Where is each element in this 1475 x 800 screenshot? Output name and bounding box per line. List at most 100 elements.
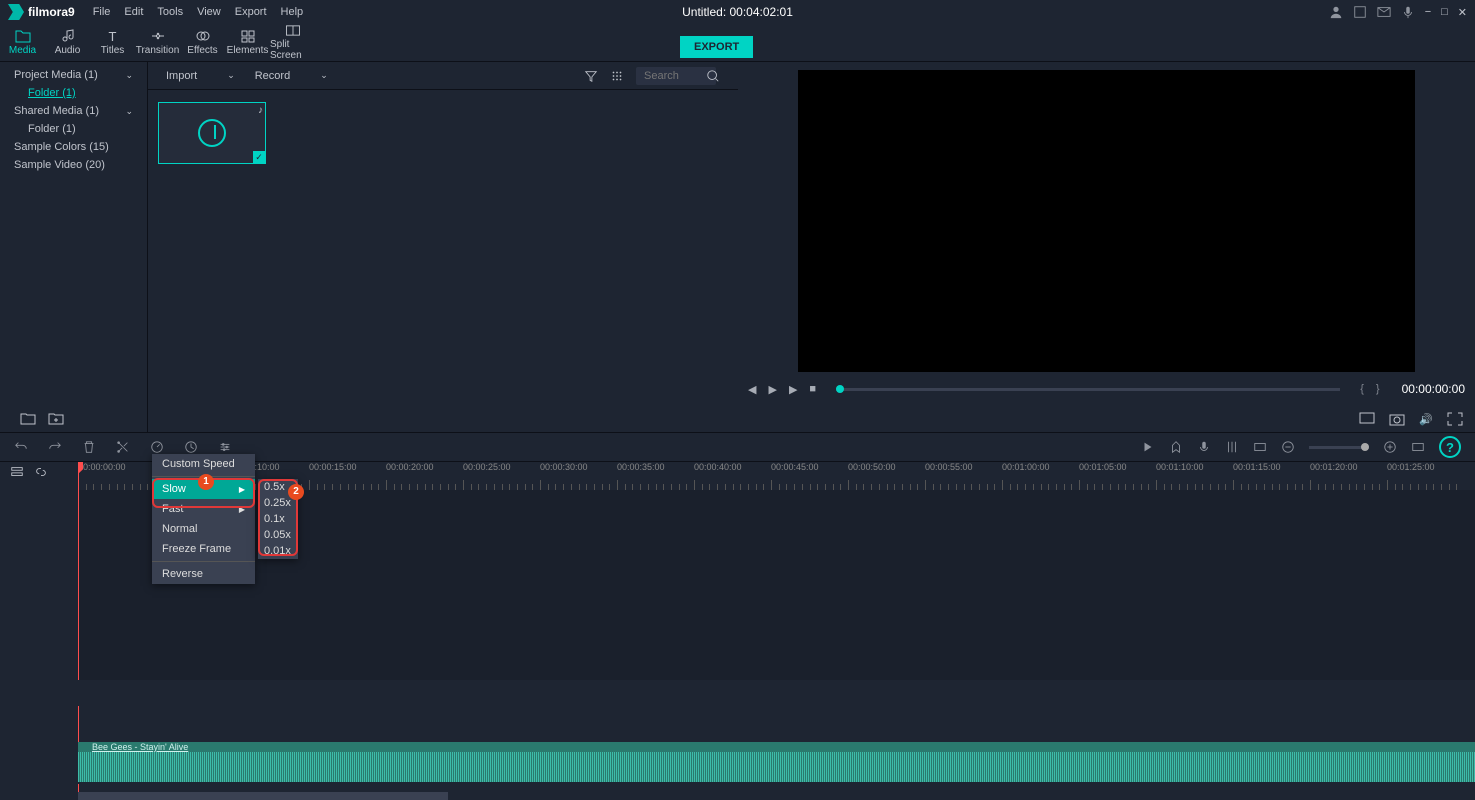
snapshot-icon[interactable] <box>1389 412 1405 426</box>
save-icon[interactable] <box>1353 5 1367 19</box>
menu-normal[interactable]: Normal <box>152 519 255 539</box>
volume-icon[interactable]: 🔊 <box>1419 413 1433 426</box>
chevron-right-icon: ▶ <box>239 485 245 494</box>
sidebar-sample-colors[interactable]: Sample Colors (15) <box>0 138 147 156</box>
tab-transition[interactable]: Transition <box>135 24 180 61</box>
menu-edit[interactable]: Edit <box>124 6 143 18</box>
menu-file[interactable]: File <box>93 6 111 18</box>
horizontal-scrollbar[interactable] <box>78 792 1475 800</box>
waveform <box>78 752 1475 782</box>
new-folder-icon[interactable] <box>20 411 36 425</box>
audio-track[interactable]: Bee Gees - Stayin' Alive <box>78 742 1475 784</box>
aspect-icon[interactable] <box>1253 440 1267 454</box>
mail-icon[interactable] <box>1377 5 1391 19</box>
display-icon[interactable] <box>1359 412 1375 426</box>
play-backward-button[interactable]: ▶ <box>768 383 776 396</box>
sidebar-folder-2[interactable]: Folder (1) <box>0 120 147 138</box>
tab-split-screen[interactable]: Split Screen <box>270 24 315 61</box>
render-icon[interactable] <box>1141 440 1155 454</box>
grid-icon[interactable] <box>610 69 624 83</box>
bracket-right-icon[interactable]: } <box>1376 383 1380 395</box>
submenu-01x[interactable]: 0.1x <box>258 511 298 527</box>
crop-icon[interactable] <box>184 440 198 454</box>
audio-clip[interactable]: Bee Gees - Stayin' Alive <box>78 742 1475 782</box>
zoom-slider[interactable] <box>1309 446 1369 449</box>
menu-reverse[interactable]: Reverse <box>152 564 255 584</box>
filter-icon[interactable] <box>584 69 598 83</box>
menu-fast[interactable]: Fast▶ <box>152 499 255 519</box>
chevron-down-icon: ⌄ <box>125 70 133 81</box>
undo-icon[interactable] <box>14 440 28 454</box>
manage-tracks-icon[interactable] <box>10 465 24 479</box>
minimize-button[interactable]: − <box>1425 6 1431 18</box>
search-input[interactable] <box>636 67 716 85</box>
zoom-in-icon[interactable] <box>1383 440 1397 454</box>
stop-button[interactable]: ■ <box>809 383 816 395</box>
user-icon[interactable] <box>1329 5 1343 19</box>
menu-tools[interactable]: Tools <box>157 6 183 18</box>
split-icon[interactable] <box>116 440 130 454</box>
speed-icon[interactable] <box>150 440 164 454</box>
close-button[interactable]: ✕ <box>1458 6 1467 19</box>
split-icon <box>285 24 301 37</box>
folder-icon[interactable] <box>48 411 64 425</box>
link-icon[interactable] <box>34 465 48 479</box>
music-note-icon: ♪ <box>258 105 263 116</box>
effects-icon <box>195 29 211 43</box>
tab-split-label: Split Screen <box>270 39 315 61</box>
preview-panel: ◀ ▶ ▶ ■ { } 00:00:00:00 🔊 <box>738 62 1475 432</box>
redo-icon[interactable] <box>48 440 62 454</box>
maximize-button[interactable]: □ <box>1441 6 1448 18</box>
transition-icon <box>150 29 166 43</box>
record-dropdown[interactable]: Record⌄ <box>255 70 328 82</box>
progress-bar[interactable] <box>836 388 1340 391</box>
import-dropdown[interactable]: Import⌄ <box>166 70 235 82</box>
tab-audio[interactable]: Audio <box>45 24 90 61</box>
tab-effects[interactable]: Effects <box>180 24 225 61</box>
menu-custom-speed[interactable]: Custom Speed <box>152 454 255 474</box>
search-icon[interactable] <box>706 69 720 83</box>
zoom-out-icon[interactable] <box>1281 440 1295 454</box>
delete-icon[interactable] <box>82 440 96 454</box>
menu-bar: File Edit Tools View Export Help <box>93 6 303 18</box>
menu-help[interactable]: Help <box>281 6 304 18</box>
preview-canvas[interactable] <box>798 70 1415 372</box>
document-title: Untitled: 00:04:02:01 <box>682 5 793 19</box>
color-icon[interactable] <box>218 440 232 454</box>
voiceover-icon[interactable] <box>1197 440 1211 454</box>
progress-handle[interactable] <box>836 385 844 393</box>
audio-clip-title: Bee Gees - Stayin' Alive <box>92 742 188 752</box>
tab-titles[interactable]: T Titles <box>90 24 135 61</box>
media-item-audio[interactable]: ♪ ✓ <box>158 102 266 164</box>
help-button[interactable]: ? <box>1439 436 1461 458</box>
media-content: Import⌄ Record⌄ ♪ ✓ <box>148 62 738 432</box>
zoom-handle[interactable] <box>1361 443 1369 451</box>
sidebar-bottom-icons <box>8 404 76 432</box>
mic-icon[interactable] <box>1401 5 1415 19</box>
video-track[interactable] <box>78 680 1475 706</box>
marker-icon[interactable] <box>1169 440 1183 454</box>
submenu-005x[interactable]: 0.05x <box>258 527 298 543</box>
submenu-001x[interactable]: 0.01x <box>258 543 298 559</box>
fullscreen-icon[interactable] <box>1447 412 1463 426</box>
play-button[interactable]: ▶ <box>789 383 797 396</box>
scrollbar-thumb[interactable] <box>78 792 448 800</box>
export-button[interactable]: EXPORT <box>680 36 753 58</box>
titlebar-right: − □ ✕ <box>1329 5 1467 19</box>
tab-media[interactable]: Media <box>0 24 45 61</box>
chevron-right-icon: ▶ <box>239 505 245 514</box>
sidebar-sample-video[interactable]: Sample Video (20) <box>0 156 147 174</box>
menu-export[interactable]: Export <box>235 6 267 18</box>
sidebar-shared-media[interactable]: Shared Media (1)⌄ <box>0 102 147 120</box>
prev-frame-button[interactable]: ◀ <box>748 383 756 396</box>
sidebar-project-media[interactable]: Project Media (1)⌄ <box>0 66 147 84</box>
menu-view[interactable]: View <box>197 6 221 18</box>
menu-freeze-frame[interactable]: Freeze Frame <box>152 539 255 559</box>
tab-media-label: Media <box>9 45 36 56</box>
app-logo: filmora9 <box>8 4 75 20</box>
mixer-icon[interactable] <box>1225 440 1239 454</box>
bracket-left-icon[interactable]: { <box>1360 383 1364 395</box>
tab-elements[interactable]: Elements <box>225 24 270 61</box>
zoom-fit-icon[interactable] <box>1411 440 1425 454</box>
sidebar-folder-1[interactable]: Folder (1) <box>0 84 147 102</box>
